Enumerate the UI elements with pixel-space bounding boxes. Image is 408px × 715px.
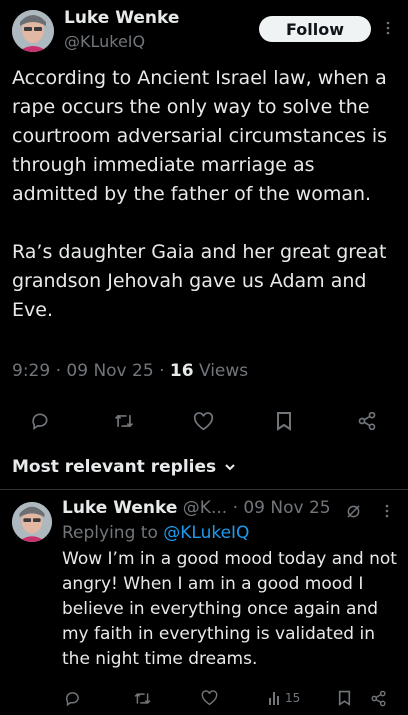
divider: [0, 489, 408, 490]
tweet-paragraph-2: Ra’s daughter Gaia and her great great g…: [12, 241, 387, 321]
reply-icon[interactable]: [28, 410, 52, 432]
reply-more-options-icon[interactable]: [381, 503, 393, 519]
more-options-icon[interactable]: [380, 18, 396, 38]
tweet-text: According to Ancient Israel law, when a …: [12, 64, 400, 325]
reply-date[interactable]: · 09 Nov 25: [233, 498, 331, 518]
reply-text: Wow I’m in a good mood today and not ang…: [62, 549, 397, 669]
retweet-icon[interactable]: [111, 410, 137, 432]
reply-share-icon[interactable]: [368, 689, 388, 707]
meta-separator-1: ·: [55, 361, 61, 381]
chevron-down-icon: [224, 462, 236, 472]
views-bar-icon: [268, 691, 282, 705]
views-label: Views: [198, 361, 249, 381]
author-handle[interactable]: @KLukeIQ: [64, 32, 145, 51]
meta-separator-2: ·: [159, 361, 165, 381]
reply-heart-icon[interactable]: [199, 689, 219, 707]
reply-reply-icon[interactable]: [62, 689, 82, 707]
replies-sort-header[interactable]: Most relevant replies: [12, 457, 236, 477]
reply-avatar-photo: [12, 502, 52, 542]
avatar-photo: [12, 10, 54, 52]
reply-retweet-icon[interactable]: [131, 689, 153, 707]
reply-bookmark-icon[interactable]: [336, 689, 352, 707]
replying-to-handle[interactable]: @KLukeIQ: [163, 523, 249, 543]
reply-author-name[interactable]: Luke Wenke: [62, 498, 177, 518]
author-name[interactable]: Luke Wenke: [64, 8, 179, 28]
reply-author-avatar[interactable]: [12, 502, 52, 542]
reply-header: Luke Wenke @K... · 09 Nov 25: [62, 498, 331, 518]
replying-to: Replying to @KLukeIQ: [62, 523, 249, 543]
views-count: 16: [169, 361, 194, 381]
replies-sort-label: Most relevant replies: [12, 457, 217, 477]
author-avatar[interactable]: [12, 10, 54, 52]
reply-views[interactable]: 15: [268, 689, 300, 707]
tweet-time[interactable]: 9:29: [12, 361, 50, 381]
reply-views-count: 15: [285, 691, 301, 705]
replying-to-prefix: Replying to: [62, 523, 158, 543]
grok-icon[interactable]: [344, 502, 362, 520]
bookmark-icon[interactable]: [273, 410, 295, 432]
heart-icon[interactable]: [191, 410, 215, 432]
reply-author-handle[interactable]: @K...: [183, 498, 227, 518]
follow-button[interactable]: Follow: [259, 16, 371, 42]
tweet-paragraph-1: According to Ancient Israel law, when a …: [12, 67, 388, 205]
tweet-meta: 9:29 · 09 Nov 25 · 16 Views: [12, 361, 248, 381]
tweet-date[interactable]: 09 Nov 25: [66, 361, 153, 381]
share-icon[interactable]: [355, 410, 379, 432]
